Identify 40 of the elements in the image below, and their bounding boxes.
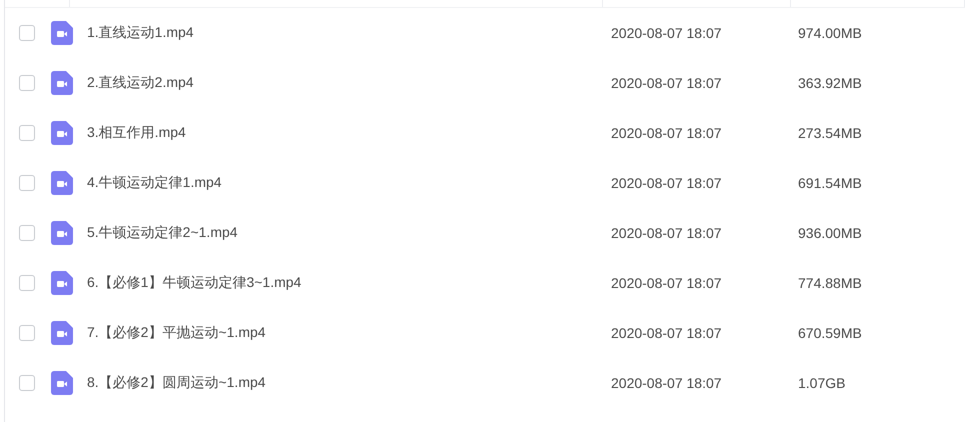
video-file-icon xyxy=(51,71,73,95)
video-file-icon xyxy=(51,271,73,295)
file-name[interactable]: 8.【必修2】圆周运动~1.mp4 xyxy=(87,374,266,392)
video-file-icon xyxy=(51,121,73,145)
file-size: 974.00MB xyxy=(798,25,862,41)
checkbox[interactable] xyxy=(19,275,35,291)
checkbox[interactable] xyxy=(19,75,35,91)
file-name[interactable]: 6.【必修1】牛顿运动定律3~1.mp4 xyxy=(87,274,302,292)
video-file-icon xyxy=(51,21,73,45)
modified-date: 2020-08-07 18:07 xyxy=(611,175,722,191)
checkbox[interactable] xyxy=(19,225,35,241)
modified-date: 2020-08-07 18:07 xyxy=(611,325,722,341)
file-name[interactable]: 4.牛顿运动定律1.mp4 xyxy=(87,174,222,192)
modified-date: 2020-08-07 18:07 xyxy=(611,75,722,91)
modified-date: 2020-08-07 18:07 xyxy=(611,375,722,391)
file-name[interactable]: 1.直线运动1.mp4 xyxy=(87,24,194,42)
video-file-icon xyxy=(51,371,73,395)
file-size: 363.92MB xyxy=(798,75,862,91)
checkbox[interactable] xyxy=(19,175,35,191)
file-name[interactable]: 7.【必修2】平抛运动~1.mp4 xyxy=(87,324,266,342)
file-size: 273.54MB xyxy=(798,125,862,141)
modified-date: 2020-08-07 18:07 xyxy=(611,125,722,141)
checkbox[interactable] xyxy=(19,325,35,341)
video-file-icon xyxy=(51,171,73,195)
modified-date: 2020-08-07 18:07 xyxy=(611,225,722,241)
file-size: 1.07GB xyxy=(798,375,846,391)
file-name[interactable]: 5.牛顿运动定律2~1.mp4 xyxy=(87,224,238,242)
video-file-icon xyxy=(51,221,73,245)
modified-date: 2020-08-07 18:07 xyxy=(611,275,722,291)
file-name[interactable]: 2.直线运动2.mp4 xyxy=(87,74,194,92)
file-size: 670.59MB xyxy=(798,325,862,341)
file-name[interactable]: 3.相互作用.mp4 xyxy=(87,124,186,142)
checkbox[interactable] xyxy=(19,125,35,141)
checkbox[interactable] xyxy=(19,25,35,41)
video-file-icon xyxy=(51,321,73,345)
checkbox[interactable] xyxy=(19,375,35,391)
file-size: 691.54MB xyxy=(798,175,862,191)
file-size: 774.88MB xyxy=(798,275,862,291)
file-size: 936.00MB xyxy=(798,225,862,241)
modified-date: 2020-08-07 18:07 xyxy=(611,25,722,41)
